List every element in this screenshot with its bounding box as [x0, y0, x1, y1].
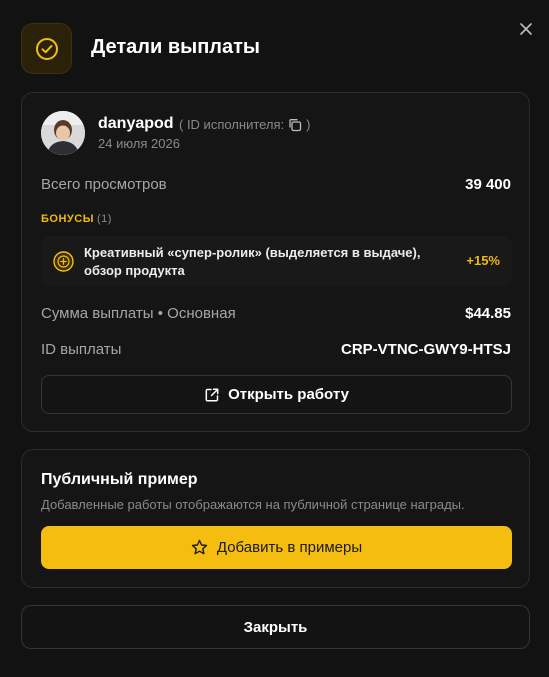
- payout-id-value: CRP-VTNC-GWY9-HTSJ: [340, 341, 511, 358]
- external-link-icon: [204, 387, 220, 403]
- public-example-description: Добавленные работы отображаются на публи…: [41, 497, 465, 512]
- close-icon[interactable]: [516, 19, 536, 39]
- bonuses-count: (1): [96, 213, 112, 225]
- avatar: [41, 111, 85, 155]
- public-example-card: Публичный пример Добавленные работы отоб…: [21, 449, 530, 588]
- star-icon: [191, 539, 208, 556]
- payout-amount-value: $44.85: [465, 305, 511, 322]
- payout-date: 24 июля 2026: [98, 136, 180, 151]
- creator-username: danyapod: [98, 115, 174, 132]
- executor-id: ( ID исполнителя: ): [179, 117, 311, 132]
- open-work-button[interactable]: Открыть работу: [41, 375, 512, 414]
- copy-icon[interactable]: [288, 118, 302, 132]
- add-to-examples-button[interactable]: Добавить в примеры: [41, 526, 512, 569]
- views-label: Всего просмотров: [41, 176, 167, 193]
- bonus-percent: +15%: [466, 253, 500, 268]
- bonus-description: Креативный «супер-ролик» (выделяется в в…: [84, 245, 421, 278]
- views-value: 39 400: [465, 176, 511, 193]
- add-to-examples-label: Добавить в примеры: [216, 539, 363, 556]
- public-example-title: Публичный пример: [41, 471, 198, 488]
- modal-title: Детали выплаты: [91, 36, 260, 58]
- bonus-item: Креативный «супер-ролик» (выделяется в в…: [41, 236, 512, 287]
- executor-id-close: ): [306, 117, 311, 132]
- bonuses-heading: БОНУСЫ (1): [41, 213, 112, 225]
- open-work-label: Открыть работу: [228, 386, 349, 403]
- payout-details-modal: Детали выплаты danyapod ( ID исполнителя…: [0, 0, 549, 677]
- payout-card: danyapod ( ID исполнителя: ) 24 июля 202…: [21, 92, 530, 432]
- plus-circle-icon: [53, 251, 74, 272]
- bonuses-title: БОНУСЫ: [41, 213, 94, 225]
- payout-amount-label: Сумма выплаты • Основная: [41, 305, 236, 322]
- close-button[interactable]: Закрыть: [21, 605, 530, 649]
- check-circle-icon: [21, 23, 72, 74]
- executor-id-label: ( ID исполнителя:: [179, 117, 285, 132]
- payout-id-label: ID выплаты: [41, 341, 122, 358]
